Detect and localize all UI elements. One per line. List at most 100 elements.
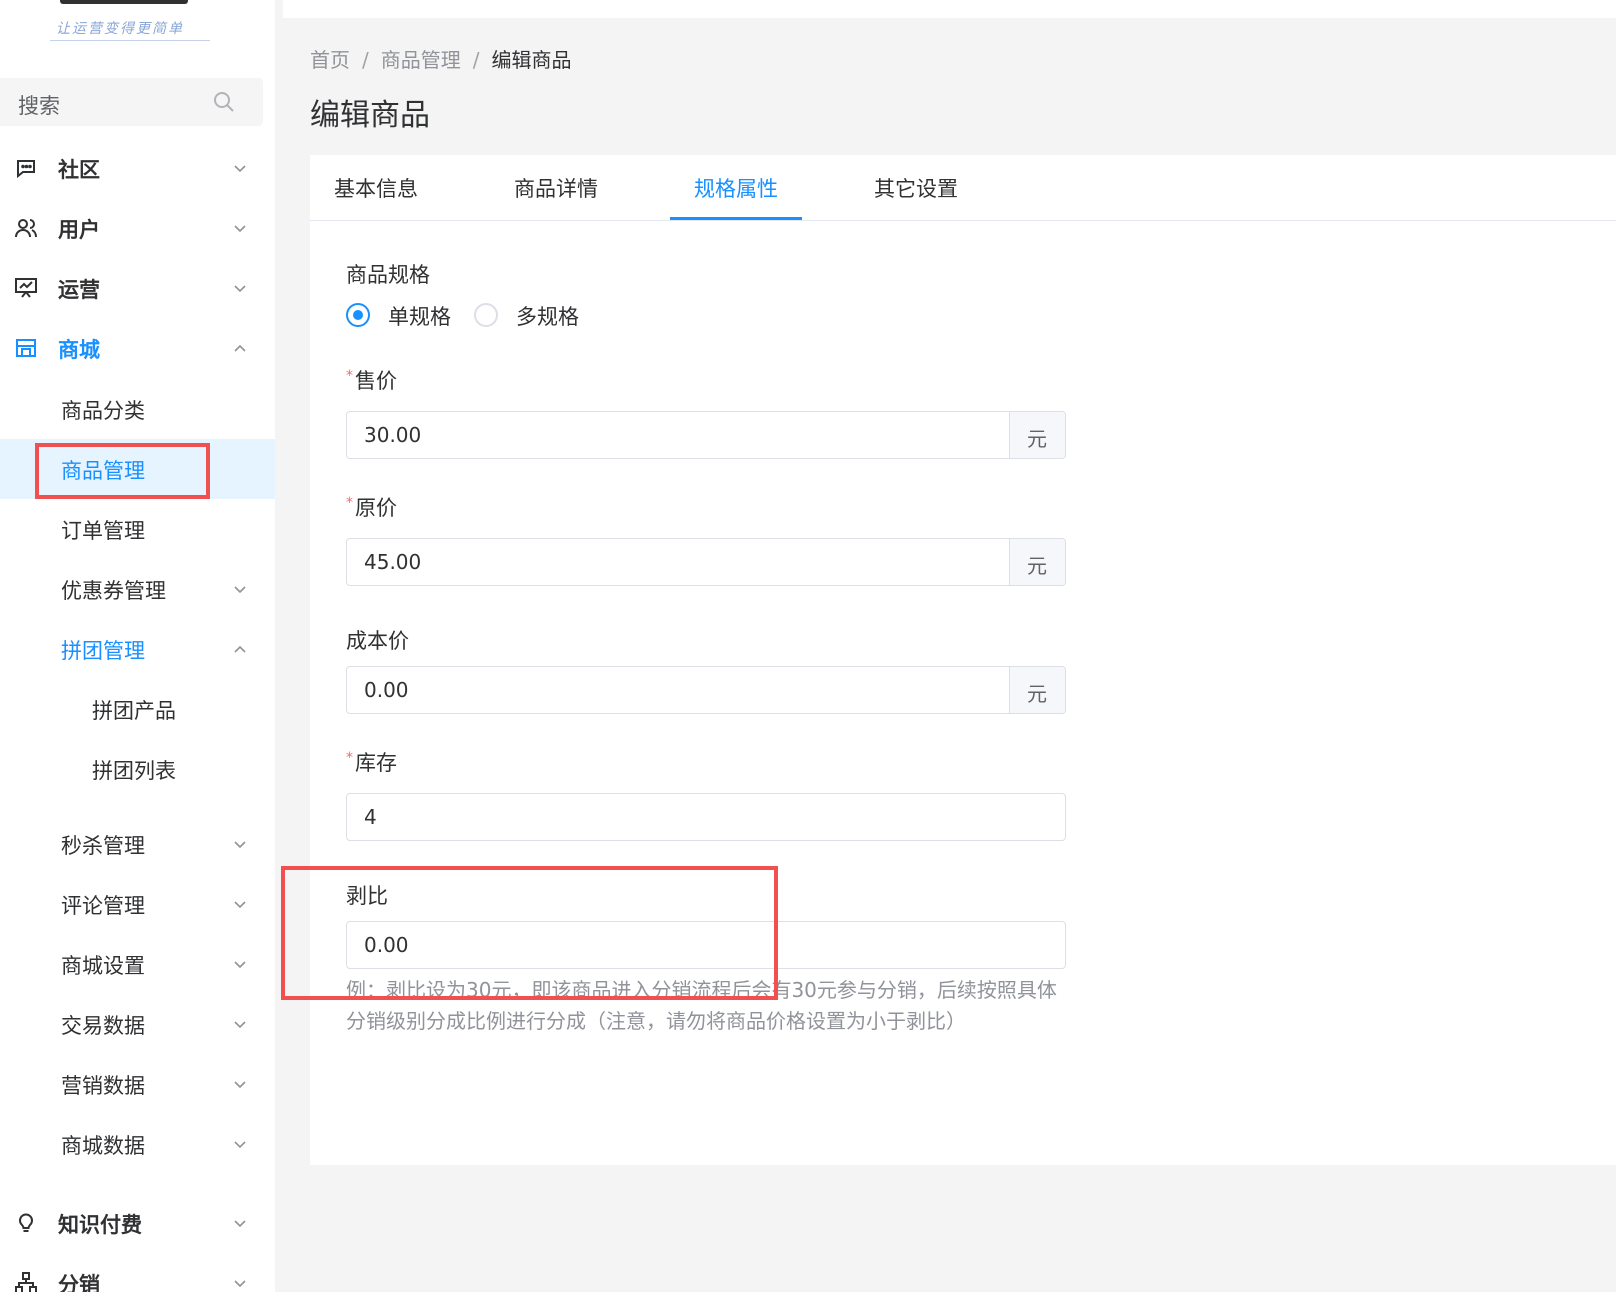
menu-mall-label: 商城 <box>58 338 100 362</box>
sidebar-item-coupon-manage[interactable]: 优惠券管理 <box>0 559 275 619</box>
top-header-bar <box>283 0 1616 18</box>
price-input-value: 30.00 <box>364 423 422 447</box>
single-spec-radio[interactable] <box>346 303 370 327</box>
chevron-down-icon <box>234 961 246 969</box>
sidebar-item-label: 评论管理 <box>61 894 145 918</box>
users-icon <box>15 219 37 238</box>
menu-users-label: 用户 <box>58 218 100 242</box>
menu-distribution-label: 分销 <box>58 1273 100 1292</box>
search-icon[interactable] <box>212 90 236 114</box>
original-price-label: *原价 <box>346 492 397 522</box>
edit-product-card: 基本信息 商品详情 规格属性 其它设置 商品规格 单规格 多规格 *售价 30.… <box>310 155 1616 1165</box>
required-mark: * <box>346 368 353 384</box>
required-mark: * <box>346 750 353 766</box>
chevron-down-icon <box>234 586 246 594</box>
sidebar-item-label: 优惠券管理 <box>61 579 166 603</box>
cost-price-suffix: 元 <box>1009 667 1065 713</box>
search-placeholder: 搜索 <box>18 94 60 118</box>
price-suffix: 元 <box>1009 412 1065 458</box>
sidebar-item-mall-data[interactable]: 商城数据 <box>0 1114 275 1174</box>
sidebar-item-label: 商城设置 <box>61 954 145 978</box>
highlight-box-commission <box>281 866 778 1000</box>
original-price-input-value: 45.00 <box>364 550 422 574</box>
price-label-text: 售价 <box>355 369 397 393</box>
sidebar-item-flash-sale[interactable]: 秒杀管理 <box>0 814 275 874</box>
tab-product-detail[interactable]: 商品详情 <box>514 173 598 203</box>
sidebar-item-order-manage[interactable]: 订单管理 <box>0 499 275 559</box>
sidebar-item-category[interactable]: 商品分类 <box>0 379 275 439</box>
breadcrumb-product-manage[interactable]: 商品管理 <box>381 48 461 72</box>
tab-spec-attributes[interactable]: 规格属性 <box>694 173 778 203</box>
chevron-down-icon <box>234 285 246 293</box>
multi-spec-label[interactable]: 多规格 <box>516 301 579 331</box>
breadcrumb-separator: / <box>362 48 369 72</box>
cost-price-input[interactable]: 0.00 元 <box>346 666 1066 714</box>
breadcrumb-home[interactable]: 首页 <box>310 48 350 72</box>
price-input[interactable]: 30.00 元 <box>346 411 1066 459</box>
sidebar-item-trade-data[interactable]: 交易数据 <box>0 994 275 1054</box>
breadcrumb: 首页 / 商品管理 / 编辑商品 <box>310 44 572 73</box>
sidebar: 让运营变得更简单 搜索 社区 用户 运营 商城 商品分类 商品管理 订单管理 优… <box>0 0 275 1292</box>
menu-community[interactable]: 社区 <box>0 138 275 198</box>
sidebar-item-comment-manage[interactable]: 评论管理 <box>0 874 275 934</box>
tab-active-indicator <box>670 217 802 220</box>
stock-input[interactable]: 4 <box>346 793 1066 841</box>
multi-spec-radio[interactable] <box>474 303 498 327</box>
chevron-down-icon <box>234 225 246 233</box>
original-price-label-text: 原价 <box>355 496 397 520</box>
sidebar-item-label: 营销数据 <box>61 1074 145 1098</box>
chevron-down-icon <box>234 1220 246 1228</box>
org-tree-icon <box>15 1272 37 1292</box>
chevron-down-icon <box>234 1280 246 1288</box>
cost-price-label: 成本价 <box>346 629 409 653</box>
currency-suffix: 元 <box>1027 554 1047 578</box>
menu-community-label: 社区 <box>58 158 100 182</box>
currency-suffix: 元 <box>1027 427 1047 451</box>
chevron-down-icon <box>234 901 246 909</box>
sidebar-item-group-buy-manage[interactable]: 拼团管理 <box>0 619 275 679</box>
sidebar-item-label: 交易数据 <box>61 1014 145 1038</box>
chevron-down-icon <box>234 165 246 173</box>
sidebar-item-group-buy-list[interactable]: 拼团列表 <box>0 739 275 799</box>
presentation-chart-icon <box>15 278 37 298</box>
price-label: *售价 <box>346 365 397 395</box>
menu-operations-label: 运营 <box>58 278 100 302</box>
tab-basic-info[interactable]: 基本信息 <box>334 173 418 203</box>
chevron-down-icon <box>234 1141 246 1149</box>
sidebar-item-label: 拼团产品 <box>92 699 176 723</box>
menu-mall[interactable]: 商城 <box>0 318 275 378</box>
menu-operations[interactable]: 运营 <box>0 258 275 318</box>
search-input[interactable]: 搜索 <box>0 78 263 126</box>
original-price-suffix: 元 <box>1009 539 1065 585</box>
sidebar-item-label: 商品分类 <box>61 399 145 423</box>
breadcrumb-current: 编辑商品 <box>491 48 572 72</box>
sidebar-item-label: 拼团列表 <box>92 759 176 783</box>
tab-other-settings[interactable]: 其它设置 <box>874 173 958 203</box>
sidebar-item-mall-settings[interactable]: 商城设置 <box>0 934 275 994</box>
menu-distribution[interactable]: 分销 <box>0 1253 275 1292</box>
logo-underline <box>50 40 210 41</box>
store-icon <box>16 339 36 357</box>
spec-label: 商品规格 <box>346 263 430 287</box>
tab-bar: 基本信息 商品详情 规格属性 其它设置 <box>310 155 1616 221</box>
currency-suffix: 元 <box>1027 682 1047 706</box>
stock-input-value: 4 <box>364 805 377 829</box>
logo[interactable]: 让运营变得更简单 <box>48 0 218 44</box>
chevron-up-icon <box>234 344 246 352</box>
sidebar-item-label: 商城数据 <box>61 1134 145 1158</box>
lightbulb-icon <box>19 1213 33 1232</box>
cost-price-input-value: 0.00 <box>364 678 409 702</box>
menu-users[interactable]: 用户 <box>0 198 275 258</box>
chat-bubble-icon <box>17 160 35 179</box>
logo-mark <box>60 0 188 4</box>
menu-knowledge[interactable]: 知识付费 <box>0 1193 275 1253</box>
chevron-up-icon <box>234 645 246 653</box>
sidebar-item-group-buy-product[interactable]: 拼团产品 <box>0 679 275 739</box>
sidebar-item-label: 秒杀管理 <box>61 834 145 858</box>
single-spec-label[interactable]: 单规格 <box>388 301 451 331</box>
sidebar-item-marketing-data[interactable]: 营销数据 <box>0 1054 275 1114</box>
chevron-down-icon <box>234 841 246 849</box>
chevron-down-icon <box>234 1081 246 1089</box>
stock-label-text: 库存 <box>355 751 397 775</box>
original-price-input[interactable]: 45.00 元 <box>346 538 1066 586</box>
